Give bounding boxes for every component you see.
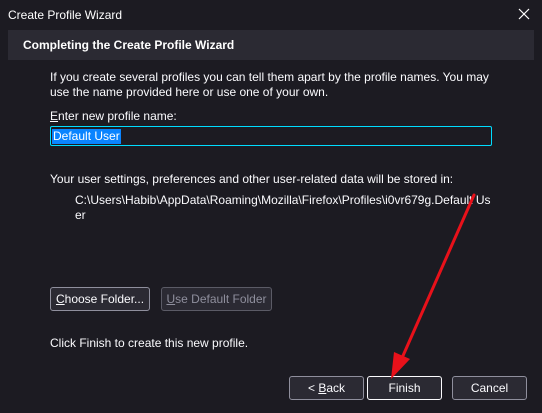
finish-instruction: Click Finish to create this new profile. xyxy=(50,336,249,350)
choose-folder-button[interactable]: Choose Folder... xyxy=(50,287,150,311)
close-icon xyxy=(518,8,530,20)
profile-folder-path: C:\Users\Habib\AppData\Roaming\Mozilla\F… xyxy=(75,193,491,222)
wizard-header: Completing the Create Profile Wizard xyxy=(8,30,534,60)
finish-button[interactable]: Finish xyxy=(367,376,442,400)
back-mnemonic: B xyxy=(318,381,327,395)
title-bar: Create Profile Wizard xyxy=(0,0,542,30)
back-label: ack xyxy=(326,381,346,395)
use-default-folder-button[interactable]: Use Default Folder xyxy=(161,287,272,311)
wizard-page-title: Completing the Create Profile Wizard xyxy=(23,38,235,52)
cancel-button[interactable]: Cancel xyxy=(452,376,527,400)
create-profile-wizard-window: Create Profile Wizard Completing the Cre… xyxy=(0,0,542,413)
label-rest: nter new profile name: xyxy=(58,109,177,123)
default-label: se Default Folder xyxy=(175,292,267,306)
profile-name-input[interactable] xyxy=(50,126,492,146)
storage-description: Your user settings, preferences and othe… xyxy=(50,172,454,186)
intro-text: If you create several profiles you can t… xyxy=(50,70,489,99)
window-title: Create Profile Wizard xyxy=(8,8,123,22)
default-mnemonic: U xyxy=(166,292,176,306)
back-button[interactable]: < Back xyxy=(289,376,364,400)
profile-name-label: Enter new profile name: xyxy=(50,109,177,123)
choose-mnemonic: C xyxy=(55,292,65,306)
back-prefix: < xyxy=(307,381,319,395)
close-button[interactable] xyxy=(514,4,534,24)
choose-label: hoose Folder... xyxy=(64,292,145,306)
label-mnemonic: E xyxy=(50,109,59,123)
